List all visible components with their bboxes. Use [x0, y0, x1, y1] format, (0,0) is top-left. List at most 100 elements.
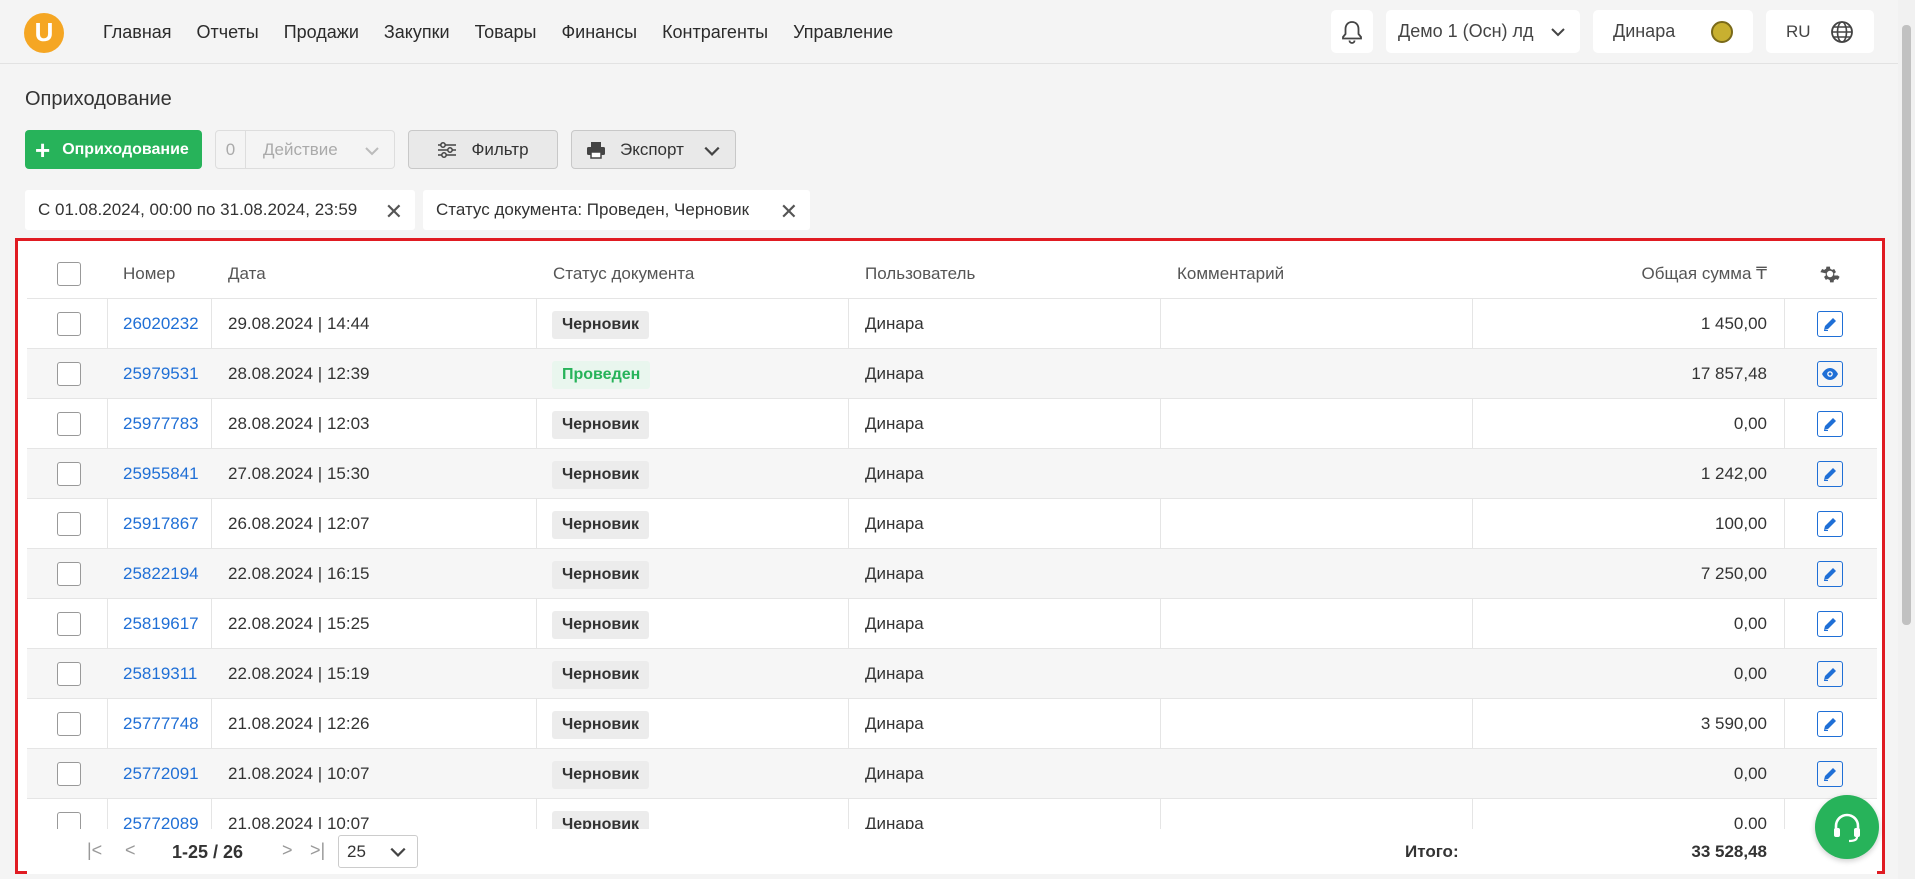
- nav-item-finance[interactable]: Финансы: [561, 22, 637, 43]
- edit-button[interactable]: [1817, 461, 1843, 487]
- edit-button[interactable]: [1817, 511, 1843, 537]
- receipts-table: Номер Дата Статус документа Пользователь…: [15, 238, 1885, 874]
- document-number-link[interactable]: 25772091: [123, 749, 199, 799]
- action-dropdown[interactable]: 0 Действие: [215, 130, 395, 169]
- document-date: 21.08.2024 | 12:26: [228, 714, 370, 733]
- table-row[interactable]: 25819617 22.08.2024 | 15:25 Черновик Динара…: [27, 599, 1877, 649]
- first-page-icon[interactable]: |<: [87, 840, 102, 861]
- table-row[interactable]: 25777748 21.08.2024 | 12:26 Черновик Динара…: [27, 699, 1877, 749]
- column-header-date[interactable]: Дата: [228, 249, 266, 299]
- pencil-icon: [1824, 418, 1836, 431]
- document-amount: 17 857,48: [1691, 364, 1767, 383]
- document-number-link[interactable]: 25777748: [123, 699, 199, 749]
- row-checkbox[interactable]: [57, 712, 81, 736]
- edit-button[interactable]: [1817, 411, 1843, 437]
- table-header: Номер Дата Статус документа Пользователь…: [27, 249, 1877, 299]
- selected-count: 0: [216, 131, 246, 168]
- table-row[interactable]: 25772091 21.08.2024 | 10:07 Черновик Динара…: [27, 749, 1877, 799]
- document-amount: 0,00: [1733, 614, 1767, 633]
- printer-icon: [587, 141, 605, 159]
- page-size-select[interactable]: 25: [338, 835, 418, 868]
- table-row[interactable]: 26020232 29.08.2024 | 14:44 Черновик Динара…: [27, 299, 1877, 349]
- filter-button[interactable]: Фильтр: [408, 130, 558, 169]
- last-page-icon[interactable]: >|: [310, 840, 325, 861]
- document-number-link[interactable]: 26020232: [123, 299, 199, 349]
- row-checkbox[interactable]: [57, 612, 81, 636]
- table-row[interactable]: 25955841 27.08.2024 | 15:30 Черновик Динара…: [27, 449, 1877, 499]
- column-header-user[interactable]: Пользователь: [865, 249, 975, 299]
- next-page-icon[interactable]: >: [282, 840, 293, 861]
- table-row[interactable]: 25979531 28.08.2024 | 12:39 Проведен Динара…: [27, 349, 1877, 399]
- document-date: 29.08.2024 | 14:44: [228, 314, 370, 333]
- export-button[interactable]: Экспорт: [571, 130, 736, 169]
- document-date: 22.08.2024 | 16:15: [228, 564, 370, 583]
- document-number-link[interactable]: 25979531: [123, 349, 199, 399]
- edit-button[interactable]: [1817, 661, 1843, 687]
- edit-button[interactable]: [1817, 611, 1843, 637]
- filter-chip-status: Статус документа: Проведен, Черновик ✕: [423, 190, 810, 230]
- organization-select[interactable]: Демо 1 (Осн) лд: [1386, 10, 1580, 53]
- chevron-down-icon: [365, 147, 379, 156]
- document-date: 28.08.2024 | 12:39: [228, 364, 370, 383]
- support-chat-button[interactable]: [1815, 795, 1879, 859]
- status-badge: Черновик: [552, 661, 650, 689]
- document-number-link[interactable]: 25977783: [123, 399, 199, 449]
- logo[interactable]: U: [24, 13, 64, 53]
- row-checkbox[interactable]: [57, 462, 81, 486]
- nav-item-counterparties[interactable]: Контрагенты: [662, 22, 768, 43]
- plus-icon: +: [35, 134, 51, 165]
- edit-button[interactable]: [1817, 561, 1843, 587]
- notifications-button[interactable]: [1331, 10, 1373, 53]
- edit-button[interactable]: [1817, 311, 1843, 337]
- column-header-number[interactable]: Номер: [123, 249, 175, 299]
- page-scrollbar[interactable]: [1898, 0, 1915, 879]
- nav-item-sales[interactable]: Продажи: [284, 22, 359, 43]
- edit-button[interactable]: [1817, 711, 1843, 737]
- close-icon[interactable]: ✕: [385, 199, 403, 225]
- table-row[interactable]: 25977783 28.08.2024 | 12:03 Черновик Динара…: [27, 399, 1877, 449]
- table-row[interactable]: 25819311 22.08.2024 | 15:19 Черновик Динара…: [27, 649, 1877, 699]
- document-user: Динара: [865, 414, 924, 433]
- add-receipt-button[interactable]: + Оприходование: [25, 130, 202, 169]
- document-number-link[interactable]: 25819617: [123, 599, 199, 649]
- edit-button[interactable]: [1817, 761, 1843, 787]
- row-checkbox[interactable]: [57, 662, 81, 686]
- nav-item-reports[interactable]: Отчеты: [197, 22, 259, 43]
- pencil-icon: [1824, 768, 1836, 781]
- document-number-link[interactable]: 25819311: [123, 649, 197, 699]
- column-header-amount[interactable]: Общая сумма ₸: [1641, 249, 1767, 299]
- filter-chip-status-text: Статус документа: Проведен, Черновик: [436, 200, 750, 219]
- table-row[interactable]: 25822194 22.08.2024 | 16:15 Черновик Динара…: [27, 549, 1877, 599]
- document-number-link[interactable]: 25917867: [123, 499, 199, 549]
- table-row[interactable]: 25917867 26.08.2024 | 12:07 Черновик Динара…: [27, 499, 1877, 549]
- nav-item-management[interactable]: Управление: [793, 22, 893, 43]
- row-checkbox[interactable]: [57, 312, 81, 336]
- row-checkbox[interactable]: [57, 512, 81, 536]
- status-badge: Черновик: [552, 561, 650, 589]
- select-all-checkbox[interactable]: [57, 262, 81, 286]
- nav-item-products[interactable]: Товары: [475, 22, 537, 43]
- column-header-comment[interactable]: Комментарий: [1177, 249, 1284, 299]
- nav-item-home[interactable]: Главная: [103, 22, 172, 43]
- row-checkbox[interactable]: [57, 362, 81, 386]
- document-user: Динара: [865, 514, 924, 533]
- row-checkbox[interactable]: [57, 412, 81, 436]
- headset-icon: [1834, 813, 1860, 843]
- document-date: 27.08.2024 | 15:30: [228, 464, 370, 483]
- table-row[interactable]: 25772089 21.08.2024 | 10:07 Черновик Динара…: [27, 799, 1877, 839]
- view-button[interactable]: [1817, 361, 1843, 387]
- globe-icon: [1831, 21, 1853, 43]
- scrollbar-thumb[interactable]: [1902, 25, 1911, 625]
- prev-page-icon[interactable]: <: [125, 840, 136, 861]
- document-number-link[interactable]: 25822194: [123, 549, 199, 599]
- gear-icon[interactable]: [1819, 263, 1841, 285]
- close-icon[interactable]: ✕: [780, 199, 798, 225]
- language-select[interactable]: RU: [1766, 10, 1874, 53]
- column-header-status[interactable]: Статус документа: [553, 249, 694, 299]
- nav-item-purchases[interactable]: Закупки: [384, 22, 450, 43]
- document-amount: 1 450,00: [1700, 314, 1767, 333]
- row-checkbox[interactable]: [57, 562, 81, 586]
- row-checkbox[interactable]: [57, 762, 81, 786]
- user-menu[interactable]: Динара: [1593, 10, 1753, 53]
- document-number-link[interactable]: 25955841: [123, 449, 199, 499]
